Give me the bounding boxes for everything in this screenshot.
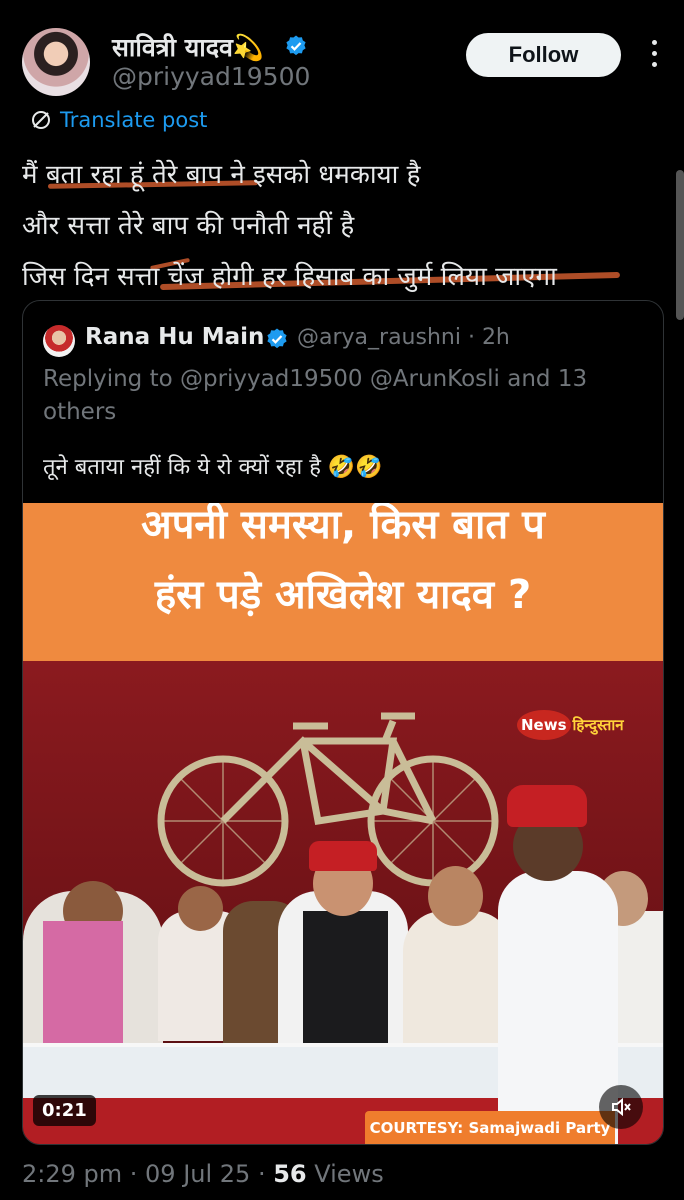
video-headline-line: हंस पड़े अखिलेश यादव ? bbox=[154, 572, 532, 618]
translate-icon bbox=[32, 111, 50, 129]
scrollbar[interactable] bbox=[676, 170, 684, 320]
quoted-post[interactable]: Rana Hu Main @arya_raushni · 2h Replying… bbox=[22, 300, 664, 1145]
post-meta: 2:29 pm · 09 Jul 25 · 56 Views bbox=[22, 1160, 384, 1188]
post-line: जिस दिन सत्ता चेंज होगी हर हिसाब का जुर्… bbox=[22, 262, 557, 292]
person-figure bbox=[43, 921, 123, 1051]
post-text: मैं बता रहा हूं तेरे बाप ने इसको धमकाया … bbox=[22, 150, 557, 303]
author-handle[interactable]: @priyyad19500 bbox=[112, 62, 310, 91]
person-figure bbox=[403, 911, 513, 1061]
post-timestamp[interactable]: 2:29 pm · 09 Jul 25 · bbox=[22, 1160, 273, 1188]
views-count: 56 bbox=[273, 1160, 307, 1188]
person-figure bbox=[428, 866, 483, 926]
quoted-author-name[interactable]: Rana Hu Main bbox=[85, 324, 264, 350]
video-player[interactable]: अपनी समस्या, किस बात प हंस पड़े अखिलेश य… bbox=[23, 503, 663, 1144]
more-icon[interactable] bbox=[642, 40, 666, 70]
person-figure bbox=[309, 841, 377, 871]
logo-news-text: News bbox=[517, 710, 571, 740]
mute-button[interactable] bbox=[599, 1085, 643, 1129]
post-line: और सत्ता तेरे बाप की पनौती नहीं है bbox=[22, 211, 355, 241]
author-display-name[interactable]: सावित्री यादव💫 bbox=[112, 30, 264, 64]
mute-icon bbox=[612, 1097, 631, 1117]
person-figure bbox=[178, 886, 223, 931]
video-duration-badge: 0:21 bbox=[33, 1095, 96, 1126]
logo-hindi-text: हिन्दुस्तान bbox=[572, 716, 624, 734]
follow-button[interactable]: Follow bbox=[466, 33, 621, 77]
post-line: मैं बता रहा हूं तेरे बाप ने इसको धमकाया … bbox=[22, 160, 421, 190]
translate-post-link[interactable]: Translate post bbox=[30, 108, 207, 132]
video-headline-line: अपनी समस्या, किस बात प bbox=[141, 503, 545, 548]
author-avatar[interactable] bbox=[22, 28, 90, 96]
quoted-author-avatar[interactable] bbox=[43, 325, 75, 357]
courtesy-caption: COURTESY: Samajwadi Party bbox=[365, 1111, 615, 1144]
person-figure bbox=[303, 911, 388, 1061]
quoted-author-handle-time[interactable]: @arya_raushni · 2h bbox=[297, 325, 510, 350]
views-label: Views bbox=[306, 1160, 384, 1188]
quoted-post-text: तूने बताया नहीं कि ये रो क्यों रहा है 🤣🤣 bbox=[43, 455, 383, 480]
video-frame: News हिन्दुस्तान bbox=[23, 661, 663, 1144]
person-figure bbox=[507, 785, 587, 827]
verified-badge-icon bbox=[286, 35, 306, 56]
news-hindustan-logo: News हिन्दुस्तान bbox=[517, 708, 624, 742]
translate-post-label: Translate post bbox=[60, 108, 208, 132]
video-headline-banner: अपनी समस्या, किस बात प हंस पड़े अखिलेश य… bbox=[23, 503, 663, 661]
replying-to: Replying to @priyyad19500 @ArunKosli and… bbox=[43, 366, 588, 425]
verified-badge-icon bbox=[267, 328, 287, 349]
